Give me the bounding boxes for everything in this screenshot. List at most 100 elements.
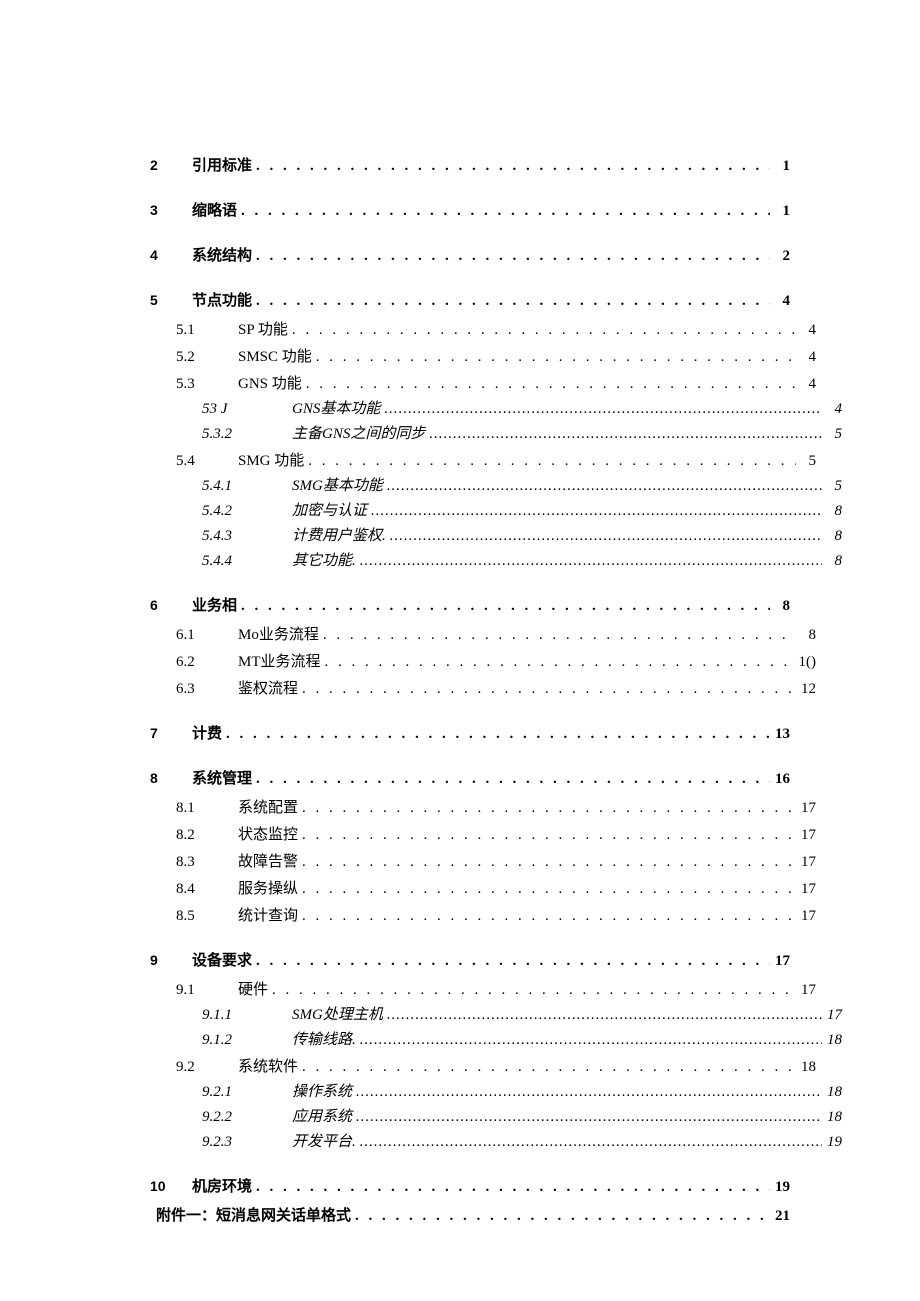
table-of-contents: 2引用标准13缩略语14系统结构25节点功能45.1SP 功能45.2SMSC … xyxy=(150,154,790,1225)
toc-entry-title: 引用标准 xyxy=(186,154,252,175)
toc-entry-page: 17 xyxy=(770,953,790,970)
toc-leader-dots xyxy=(386,528,822,545)
toc-entry-page: 8 xyxy=(770,598,790,615)
toc-entry: 5.4SMG 功能5 xyxy=(150,449,816,470)
toc-entry-title: 计费 xyxy=(186,722,222,743)
toc-entry-number: 5.4.3 xyxy=(202,528,286,545)
toc-entry: 9.2.1操作系统18 xyxy=(150,1080,842,1101)
toc-entry: 8.3故障告警17 xyxy=(150,850,816,871)
toc-entry: 5.4.4其它功能.8 xyxy=(150,549,842,570)
toc-entry-title: 加密与认证 xyxy=(286,499,367,520)
toc-entry: 7计费13 xyxy=(150,722,790,743)
toc-entry: 6.1Mo业务流程 8 xyxy=(150,623,816,644)
toc-entry-title: 缩略语 xyxy=(186,199,237,220)
toc-entry-page: 19 xyxy=(822,1134,842,1151)
toc-entry-title: 设备要求 xyxy=(186,949,252,970)
toc-entry-title: GNS基本功能 xyxy=(286,397,380,418)
toc-entry-title: SMG处理主机 xyxy=(286,1003,383,1024)
toc-leader-dots xyxy=(298,1059,796,1076)
toc-entry-page: 4 xyxy=(770,293,790,310)
toc-entry-page: 13 xyxy=(770,726,790,743)
toc-leader-dots xyxy=(252,248,770,265)
toc-leader-dots xyxy=(298,800,796,817)
toc-entry: 5.3GNS 功能4 xyxy=(150,372,816,393)
toc-entry-page: 12 xyxy=(796,681,816,698)
toc-entry: 9.2系统软件18 xyxy=(150,1055,816,1076)
toc-leader-dots xyxy=(298,681,796,698)
toc-entry-number: 8.4 xyxy=(176,881,232,898)
toc-entry-page: 17 xyxy=(822,1007,842,1024)
toc-entry: 6业务相 8 xyxy=(150,594,790,615)
toc-entry-number: 5.3.2 xyxy=(202,426,286,443)
toc-entry: 5.2SMSC 功能4 xyxy=(150,345,816,366)
toc-entry-page: 17 xyxy=(796,908,816,925)
toc-entry-number: 9.1.2 xyxy=(202,1032,286,1049)
toc-entry-page: 1 xyxy=(770,158,790,175)
toc-entry-page: 21 xyxy=(770,1208,790,1225)
toc-entry-title: 节点功能 xyxy=(186,289,252,310)
toc-entry: 9.2.3开发平台.19 xyxy=(150,1130,842,1151)
toc-entry-number: 5.4.1 xyxy=(202,478,286,495)
toc-entry-page: 8 xyxy=(822,528,842,545)
toc-entry-page: 17 xyxy=(796,800,816,817)
toc-entry-title: 业务相 xyxy=(186,594,237,615)
toc-entry-title: Mo业务流程 xyxy=(232,623,319,644)
toc-entry-page: 5 xyxy=(822,478,842,495)
toc-leader-dots xyxy=(383,1007,822,1024)
toc-entry: 8.2状态监控17 xyxy=(150,823,816,844)
toc-entry-title: SMG基本功能 xyxy=(286,474,383,495)
toc-entry-title: 系统软件 xyxy=(232,1055,298,1076)
toc-entry-title: 系统配置 xyxy=(232,796,298,817)
toc-leader-dots xyxy=(268,982,796,999)
toc-entry-number: 5.1 xyxy=(176,322,232,339)
toc-entry-page: 8 xyxy=(822,503,842,520)
toc-entry: 9.1硬件17 xyxy=(150,978,816,999)
toc-entry-number: 5.3 xyxy=(176,376,232,393)
toc-entry: 10机房环境19 xyxy=(150,1175,790,1196)
toc-leader-dots xyxy=(319,627,796,644)
toc-leader-dots xyxy=(252,953,770,970)
toc-leader-dots xyxy=(252,293,770,310)
toc-leader-dots xyxy=(356,1134,822,1151)
toc-leader-dots xyxy=(352,1109,822,1126)
toc-entry-page: 5 xyxy=(796,453,816,470)
toc-entry: 9.2.2应用系统18 xyxy=(150,1105,842,1126)
toc-leader-dots xyxy=(298,881,796,898)
toc-entry-number: 8.3 xyxy=(176,854,232,871)
toc-leader-dots xyxy=(237,598,770,615)
toc-entry: 8.4服务操纵17 xyxy=(150,877,816,898)
toc-entry-number: 6 xyxy=(150,597,186,613)
toc-entry-number: 6.3 xyxy=(176,681,232,698)
toc-entry-number: 6.1 xyxy=(176,627,232,644)
toc-entry-page: 2 xyxy=(770,248,790,265)
toc-entry-title: 鉴权流程 xyxy=(232,677,298,698)
toc-leader-dots xyxy=(288,322,796,339)
toc-entry-page: 8 xyxy=(796,627,816,644)
toc-page: 2引用标准13缩略语14系统结构25节点功能45.1SP 功能45.2SMSC … xyxy=(0,0,920,1301)
toc-leader-dots xyxy=(312,349,796,366)
toc-leader-dots xyxy=(222,726,770,743)
toc-entry-number: 5.2 xyxy=(176,349,232,366)
toc-entry-page: 17 xyxy=(796,854,816,871)
toc-leader-dots xyxy=(425,426,822,443)
toc-entry-number: 53 J xyxy=(202,401,286,418)
toc-entry: 5节点功能 4 xyxy=(150,289,790,310)
toc-entry: 3缩略语1 xyxy=(150,199,790,220)
toc-entry-title: 应用系统 xyxy=(286,1105,352,1126)
toc-entry-title: SP 功能 xyxy=(232,318,288,339)
toc-entry-title: 系统管理 xyxy=(186,767,252,788)
toc-entry-number: 3 xyxy=(150,202,186,218)
toc-entry: 53 JGNS基本功能4 xyxy=(150,397,842,418)
toc-entry-title: 统计查询 xyxy=(232,904,298,925)
toc-entry-number: 5 xyxy=(150,292,186,308)
toc-entry-page: 17 xyxy=(796,881,816,898)
toc-leader-dots xyxy=(302,376,796,393)
toc-entry-number: 8.2 xyxy=(176,827,232,844)
toc-entry-page: 17 xyxy=(796,827,816,844)
toc-leader-dots xyxy=(356,1032,822,1049)
toc-leader-dots xyxy=(367,503,822,520)
toc-entry-page: 4 xyxy=(796,349,816,366)
toc-entry-page: 16 xyxy=(770,771,790,788)
toc-entry-number: 5.4 xyxy=(176,453,232,470)
toc-entry-number: 9.2.3 xyxy=(202,1134,286,1151)
